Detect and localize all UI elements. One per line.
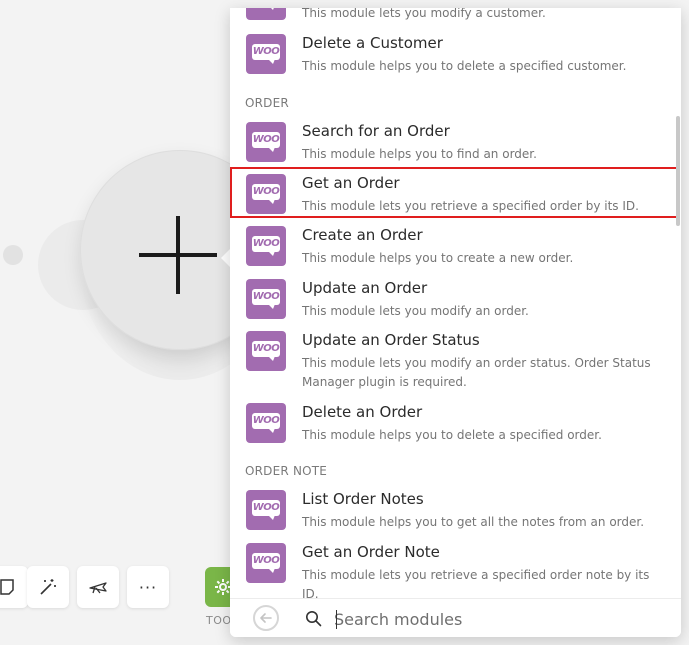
woocommerce-icon: WOO (246, 331, 286, 371)
woocommerce-icon: WOO (246, 279, 286, 319)
woocommerce-icon: WOO (246, 34, 286, 74)
magic-wand-icon (40, 579, 56, 595)
module-update-order[interactable]: WOO Update an Order This module lets you… (230, 277, 681, 327)
module-get-order-note[interactable]: WOO Get an Order Note This module lets y… (230, 541, 681, 598)
module-title: List Order Notes (302, 490, 424, 508)
module-desc: This module helps you to delete a specif… (302, 428, 602, 442)
module-update-order-status[interactable]: WOO Update an Order Status This module l… (230, 329, 681, 399)
module-title: Get an Order (302, 174, 400, 192)
module-update-customer[interactable]: WOO This module lets you modify a custom… (230, 8, 681, 30)
module-search-order[interactable]: WOO Search for an Order This module help… (230, 120, 681, 170)
text-caret (336, 610, 337, 629)
module-title: Search for an Order (302, 122, 450, 140)
module-title: Delete a Customer (302, 34, 443, 52)
section-header-order: ORDER (245, 96, 289, 110)
woocommerce-icon: WOO (246, 226, 286, 266)
module-desc: This module lets you modify a customer. (302, 8, 546, 20)
explain-flow-button[interactable] (77, 566, 119, 608)
note-icon (0, 579, 14, 595)
woocommerce-icon: WOO (246, 122, 286, 162)
module-picker-panel: WOO This module lets you modify a custom… (230, 8, 681, 637)
module-title: Update an Order Status (302, 331, 480, 349)
woocommerce-icon: WOO (246, 543, 286, 583)
more-options-button[interactable]: ··· (127, 566, 169, 608)
module-list-order-notes[interactable]: WOO List Order Notes This module helps y… (230, 488, 681, 538)
scrollbar[interactable] (676, 116, 680, 226)
module-title: Delete an Order (302, 403, 423, 421)
search-icon (306, 611, 322, 627)
section-header-order-note: ORDER NOTE (245, 464, 328, 478)
module-desc: This module lets you modify an order. (302, 304, 529, 318)
woocommerce-icon: WOO (246, 8, 286, 20)
woocommerce-icon: WOO (246, 174, 286, 214)
module-get-order[interactable]: WOO Get an Order This module lets you re… (230, 172, 681, 222)
module-title: Update an Order (302, 279, 428, 297)
woocommerce-icon: WOO (246, 490, 286, 530)
plus-icon[interactable] (139, 216, 217, 294)
module-desc: This module lets you retrieve a specifie… (302, 568, 650, 598)
module-desc: This module helps you to get all the not… (302, 515, 645, 529)
module-title: Get an Order Note (302, 543, 440, 561)
woocommerce-icon: WOO (246, 403, 286, 443)
module-delete-order[interactable]: WOO Delete an Order This module helps yo… (230, 401, 681, 451)
airplane-icon (89, 582, 107, 594)
auto-align-button[interactable] (27, 566, 69, 608)
module-desc: This module helps you to create a new or… (302, 251, 574, 265)
module-desc: This module lets you modify an order sta… (302, 356, 651, 389)
module-list[interactable]: WOO This module lets you modify a custom… (230, 8, 681, 598)
module-title: Create an Order (302, 226, 423, 244)
module-desc: This module helps you to delete a specif… (302, 59, 627, 73)
module-create-order[interactable]: WOO Create an Order This module helps yo… (230, 224, 681, 274)
module-delete-customer[interactable]: WOO Delete a Customer This module helps … (230, 32, 681, 82)
module-desc: This module lets you retrieve a specifie… (302, 199, 639, 213)
search-input[interactable] (334, 604, 654, 634)
arrow-left-icon (260, 613, 272, 623)
tools-label: TOO (206, 614, 232, 627)
search-bar (230, 598, 681, 637)
connector-dot (3, 245, 23, 265)
back-button[interactable] (253, 605, 279, 631)
more-label: ··· (138, 577, 158, 597)
notes-button[interactable] (0, 566, 28, 608)
module-desc: This module helps you to find an order. (302, 147, 537, 161)
